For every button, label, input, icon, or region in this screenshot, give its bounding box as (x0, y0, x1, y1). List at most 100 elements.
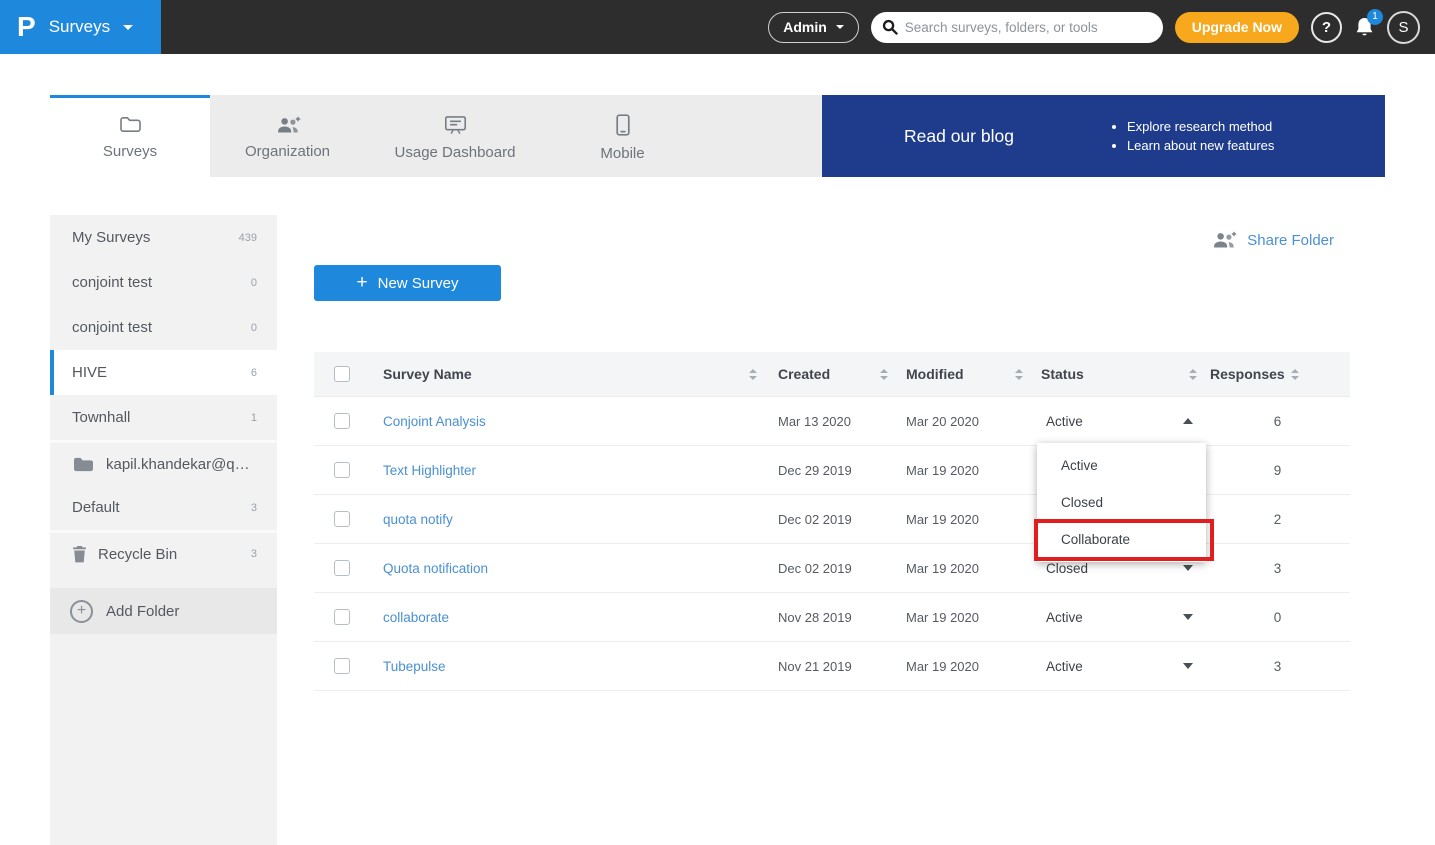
sidebar-item-label: conjoint test (72, 274, 152, 291)
new-survey-button[interactable]: + New Survey (314, 265, 501, 301)
dashboard-icon (444, 115, 467, 135)
header-modified[interactable]: Modified (893, 366, 1028, 382)
tab-usage-dashboard[interactable]: Usage Dashboard (365, 95, 545, 177)
survey-name-cell: collaborate (370, 610, 765, 625)
dropdown-option-collaborate[interactable]: Collaborate (1037, 521, 1206, 558)
survey-name-link[interactable]: collaborate (383, 610, 449, 625)
user-avatar[interactable]: S (1387, 11, 1420, 44)
survey-name-link[interactable]: Conjoint Analysis (383, 414, 486, 429)
table-row: Conjoint AnalysisMar 13 2020Mar 20 2020A… (314, 397, 1350, 446)
row-checkbox-cell (314, 462, 370, 478)
chevron-down-icon (836, 25, 844, 29)
row-checkbox[interactable] (334, 609, 350, 625)
search-input[interactable] (905, 20, 1157, 35)
survey-name-link[interactable]: quota notify (383, 512, 453, 527)
modified-cell: Mar 19 2020 (893, 463, 1028, 478)
sidebar-item-count: 0 (243, 322, 257, 334)
sidebar-item-conjoint-test[interactable]: conjoint test 0 (50, 260, 277, 305)
header-label: Status (1041, 366, 1084, 382)
header-checkbox-cell (314, 366, 370, 382)
responses-cell: 0 (1205, 610, 1350, 625)
survey-name-link[interactable]: Tubepulse (383, 659, 446, 674)
modified-cell: Mar 19 2020 (893, 610, 1028, 625)
responses-cell: 3 (1205, 561, 1350, 576)
modified-cell: Mar 19 2020 (893, 659, 1028, 674)
new-survey-label: New Survey (378, 275, 459, 292)
status-label: Active (1046, 414, 1083, 429)
header-status[interactable]: Status (1028, 366, 1205, 382)
sort-icon[interactable] (1015, 369, 1023, 380)
notifications-button[interactable]: 1 (1354, 16, 1375, 39)
global-search[interactable] (871, 12, 1163, 43)
header-label: Modified (906, 366, 964, 382)
sidebar-item-count: 0 (243, 277, 257, 289)
row-checkbox[interactable] (334, 658, 350, 674)
tab-surveys[interactable]: Surveys (50, 95, 210, 177)
modified-cell: Mar 19 2020 (893, 561, 1028, 576)
chevron-up-icon (1183, 418, 1193, 424)
header-responses[interactable]: Responses (1205, 366, 1350, 382)
sidebar-item-townhall[interactable]: Townhall1 (50, 395, 277, 440)
table-header: Survey NameCreated Modified Status Response… (314, 352, 1350, 397)
sidebar: My Surveys439conjoint test0conjoint test… (50, 215, 277, 845)
sidebar-item-label: kapil.khandekar@que... (106, 456, 257, 473)
status-label: Active (1046, 610, 1083, 625)
upgrade-now-button[interactable]: Upgrade Now (1175, 12, 1299, 43)
plus-icon: + (357, 273, 368, 292)
survey-name-link[interactable]: Quota notification (383, 561, 488, 576)
tab-organization[interactable]: Organization (210, 95, 365, 177)
share-folder-button[interactable]: Share Folder (1211, 231, 1334, 249)
table-row: collaborateNov 28 2019Mar 19 2020Active0 (314, 593, 1350, 642)
admin-dropdown[interactable]: Admin (768, 12, 859, 43)
questionpro-logo: P (17, 13, 36, 41)
banner-bullet: Learn about new features (1127, 138, 1274, 153)
created-cell: Mar 13 2020 (765, 414, 893, 429)
responses-cell: 3 (1205, 659, 1350, 674)
header-survey-name[interactable]: Survey Name (370, 366, 765, 382)
banner-title: Read our blog (904, 126, 1014, 147)
select-all-checkbox[interactable] (334, 366, 350, 382)
tab-label: Usage Dashboard (395, 144, 516, 161)
survey-name-cell: Conjoint Analysis (370, 414, 765, 429)
status-dropdown-toggle[interactable]: Active (1028, 610, 1205, 625)
sidebar-item-conjoint-test[interactable]: conjoint test0 (50, 305, 277, 350)
row-checkbox-cell (314, 511, 370, 527)
chevron-down-icon (1183, 614, 1193, 620)
admin-label: Admin (783, 19, 827, 35)
share-people-icon (1211, 231, 1237, 249)
people-icon (275, 116, 301, 134)
status-dropdown-toggle[interactable]: Closed (1028, 561, 1205, 576)
dropdown-option-closed[interactable]: Closed (1037, 484, 1206, 521)
content: My Surveys439conjoint test0conjoint test… (0, 215, 1435, 845)
help-button[interactable]: ? (1311, 12, 1342, 43)
sort-icon[interactable] (1189, 369, 1197, 380)
brand-surveys-menu[interactable]: P Surveys (0, 0, 161, 54)
chevron-down-icon (1183, 565, 1193, 571)
add-folder-button[interactable]: + Add Folder (50, 588, 277, 634)
sort-icon[interactable] (880, 369, 888, 380)
survey-name-link[interactable]: Text Highlighter (383, 463, 476, 478)
status-dropdown-toggle[interactable]: Active (1028, 414, 1205, 429)
sidebar-item-recycle-bin[interactable]: Recycle Bin3 (50, 530, 277, 575)
row-checkbox[interactable] (334, 560, 350, 576)
status-dropdown-toggle[interactable]: Active (1028, 659, 1205, 674)
created-cell: Dec 02 2019 (765, 512, 893, 527)
row-checkbox[interactable] (334, 511, 350, 527)
status-dropdown-menu: ActiveClosedCollaborate (1037, 443, 1206, 562)
header-created[interactable]: Created (765, 366, 893, 382)
status-label: Active (1046, 659, 1083, 674)
sidebar-item-count: 439 (231, 232, 257, 244)
sidebar-item-kapil-khandekar-que[interactable]: kapil.khandekar@que... (50, 440, 277, 485)
sort-icon[interactable] (749, 369, 757, 380)
chevron-down-icon (1183, 663, 1193, 669)
sidebar-item-my-surveys[interactable]: My Surveys439 (50, 215, 277, 260)
banner-bullet: Explore research method (1127, 119, 1274, 134)
blog-banner[interactable]: Read our blog Explore research method Lea… (822, 95, 1385, 177)
sidebar-item-hive[interactable]: HIVE6 (50, 350, 277, 395)
row-checkbox[interactable] (334, 462, 350, 478)
sidebar-item-default[interactable]: Default3 (50, 485, 277, 530)
tab-mobile[interactable]: Mobile (545, 95, 700, 177)
dropdown-option-active[interactable]: Active (1037, 447, 1206, 484)
sort-icon[interactable] (1291, 369, 1299, 380)
row-checkbox[interactable] (334, 413, 350, 429)
